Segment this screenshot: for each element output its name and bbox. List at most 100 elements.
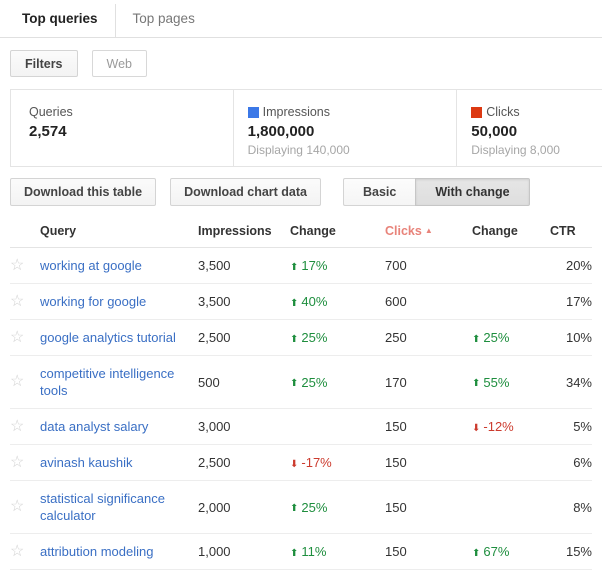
row-impressions-cell: 3,500 bbox=[198, 248, 290, 284]
row-change-clicks-cell: ⬆55% bbox=[472, 356, 550, 409]
row-star-cell: ☆ bbox=[10, 481, 40, 534]
web-filter-chip[interactable]: Web bbox=[92, 50, 147, 77]
row-star-cell: ☆ bbox=[10, 409, 40, 445]
row-change-impressions-cell: ⬆25% bbox=[290, 481, 385, 534]
row-clicks-cell: 250 bbox=[385, 320, 472, 356]
action-bar: Download this table Download chart data … bbox=[0, 167, 602, 216]
queries-label: Queries bbox=[29, 104, 233, 120]
query-link[interactable]: working for google bbox=[40, 293, 146, 310]
header-change-clicks[interactable]: Change bbox=[472, 216, 550, 248]
arrow-up-icon: ⬆ bbox=[290, 334, 298, 345]
row-ctr-cell: 10% bbox=[550, 320, 592, 356]
star-icon[interactable]: ☆ bbox=[10, 455, 24, 471]
row-query-cell: working at google bbox=[40, 248, 198, 284]
query-link[interactable]: working at google bbox=[40, 257, 142, 274]
row-star-cell: ☆ bbox=[10, 284, 40, 320]
row-star-cell: ☆ bbox=[10, 320, 40, 356]
row-impressions-cell: 2,500 bbox=[198, 320, 290, 356]
clicks-displaying: Displaying 8,000 bbox=[471, 143, 602, 158]
row-change-impressions-cell: ⬆17% bbox=[290, 248, 385, 284]
arrow-up-icon: ⬆ bbox=[472, 334, 480, 345]
star-icon[interactable]: ☆ bbox=[10, 330, 24, 346]
table-row: ☆avinash kaushik2,500⬇-17%1506% bbox=[10, 445, 592, 481]
clicks-label: Clicks bbox=[486, 104, 519, 120]
query-link[interactable]: avinash kaushik bbox=[40, 454, 133, 471]
row-ctr-cell: 34% bbox=[550, 356, 592, 409]
header-clicks-label: Clicks bbox=[385, 224, 422, 238]
row-ctr-cell: 5% bbox=[550, 409, 592, 445]
tab-top-queries-label: Top queries bbox=[22, 11, 98, 26]
row-change-impressions-cell bbox=[290, 409, 385, 445]
download-this-table-button[interactable]: Download this table bbox=[10, 178, 156, 206]
view-mode-basic-button[interactable]: Basic bbox=[343, 178, 415, 206]
row-clicks-cell: 700 bbox=[385, 248, 472, 284]
row-change-clicks-cell: ⬆25% bbox=[472, 320, 550, 356]
row-ctr-cell: 17% bbox=[550, 284, 592, 320]
header-change-impressions[interactable]: Change bbox=[290, 216, 385, 248]
row-clicks-cell: 150 bbox=[385, 481, 472, 534]
star-icon[interactable]: ☆ bbox=[10, 374, 24, 390]
star-icon[interactable]: ☆ bbox=[10, 258, 24, 274]
star-icon[interactable]: ☆ bbox=[10, 419, 24, 435]
impressions-label-row: Impressions bbox=[248, 104, 457, 120]
row-query-cell: avinash kaushik bbox=[40, 445, 198, 481]
row-query-cell: google analytics tutorial bbox=[40, 320, 198, 356]
row-query-cell: data analyst salary bbox=[40, 409, 198, 445]
arrow-up-icon: ⬆ bbox=[290, 262, 298, 273]
row-ctr-cell: 15% bbox=[550, 534, 592, 570]
row-change-impressions-cell: ⬆11% bbox=[290, 534, 385, 570]
arrow-up-icon: ⬆ bbox=[290, 503, 298, 514]
table-row: ☆working at google3,500⬆17%70020% bbox=[10, 248, 592, 284]
row-query-cell: working for google bbox=[40, 284, 198, 320]
star-icon[interactable]: ☆ bbox=[10, 544, 24, 560]
table-row: ☆data analyst salary3,000150⬇-12%5% bbox=[10, 409, 592, 445]
view-mode-with-change-button[interactable]: With change bbox=[415, 178, 529, 206]
header-impressions[interactable]: Impressions bbox=[198, 216, 290, 248]
table-row: ☆google analytics tutorial2,500⬆25%250⬆2… bbox=[10, 320, 592, 356]
arrow-up-icon: ⬆ bbox=[290, 378, 298, 389]
arrow-up-icon: ⬆ bbox=[290, 548, 298, 559]
row-change-clicks-cell bbox=[472, 284, 550, 320]
row-change-impressions-cell: ⬆25% bbox=[290, 320, 385, 356]
row-star-cell: ☆ bbox=[10, 248, 40, 284]
header-clicks[interactable]: Clicks▲ bbox=[385, 216, 472, 248]
table-body: ☆working at google3,500⬆17%70020%☆workin… bbox=[10, 248, 592, 570]
row-impressions-cell: 3,500 bbox=[198, 284, 290, 320]
star-icon[interactable]: ☆ bbox=[10, 499, 24, 515]
clicks-value: 50,000 bbox=[471, 123, 602, 141]
tab-top-pages[interactable]: Top pages bbox=[115, 0, 212, 37]
row-star-cell: ☆ bbox=[10, 534, 40, 570]
row-impressions-cell: 1,000 bbox=[198, 534, 290, 570]
arrow-down-icon: ⬇ bbox=[472, 423, 480, 434]
top-queries-table: Query Impressions Change Clicks▲ Change … bbox=[10, 216, 592, 570]
row-star-cell: ☆ bbox=[10, 356, 40, 409]
download-chart-data-button[interactable]: Download chart data bbox=[170, 178, 321, 206]
tab-top-queries[interactable]: Top queries bbox=[10, 0, 115, 37]
query-link[interactable]: competitive intelligence tools bbox=[40, 365, 198, 399]
header-star bbox=[10, 216, 40, 248]
star-icon[interactable]: ☆ bbox=[10, 294, 24, 310]
sort-ascending-icon: ▲ bbox=[425, 226, 433, 235]
arrow-down-icon: ⬇ bbox=[290, 459, 298, 470]
table-row: ☆competitive intelligence tools500⬆25%17… bbox=[10, 356, 592, 409]
impressions-value: 1,800,000 bbox=[248, 123, 457, 141]
impressions-displaying: Displaying 140,000 bbox=[248, 143, 457, 158]
row-change-impressions-cell: ⬆25% bbox=[290, 356, 385, 409]
header-ctr[interactable]: CTR bbox=[550, 216, 592, 248]
arrow-up-icon: ⬆ bbox=[472, 378, 480, 389]
clicks-label-row: Clicks bbox=[471, 104, 602, 120]
table-row: ☆statistical significance calculator2,00… bbox=[10, 481, 592, 534]
row-change-clicks-cell: ⬇-12% bbox=[472, 409, 550, 445]
query-link[interactable]: google analytics tutorial bbox=[40, 329, 176, 346]
filters-button[interactable]: Filters bbox=[10, 50, 78, 77]
query-link[interactable]: data analyst salary bbox=[40, 418, 148, 435]
row-clicks-cell: 150 bbox=[385, 445, 472, 481]
header-query[interactable]: Query bbox=[40, 216, 198, 248]
query-link[interactable]: statistical significance calculator bbox=[40, 490, 198, 524]
impressions-label: Impressions bbox=[263, 104, 330, 120]
filter-bar: Filters Web bbox=[0, 38, 602, 87]
row-change-impressions-cell: ⬆40% bbox=[290, 284, 385, 320]
row-ctr-cell: 8% bbox=[550, 481, 592, 534]
summary-card-clicks: Clicks 50,000 Displaying 8,000 bbox=[456, 90, 602, 166]
query-link[interactable]: attribution modeling bbox=[40, 543, 153, 560]
